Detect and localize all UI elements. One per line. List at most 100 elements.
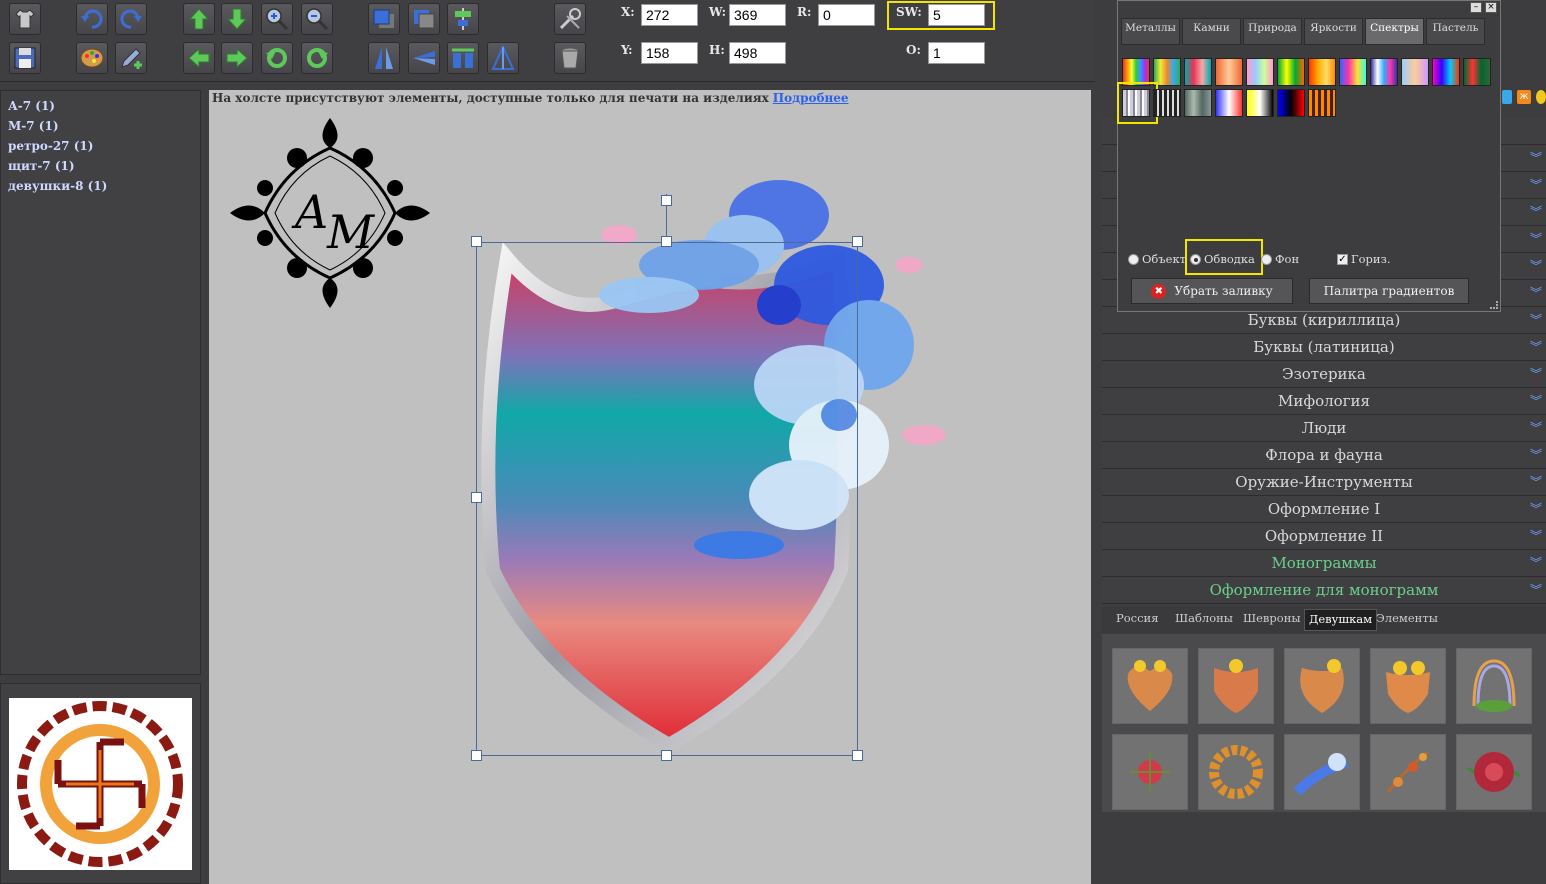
gradient-swatch[interactable] — [1339, 58, 1367, 86]
resize-handle-br[interactable] — [852, 750, 863, 761]
radio-background[interactable]: Фон — [1261, 252, 1299, 266]
tshirt-icon[interactable] — [9, 3, 41, 35]
tab-chevrons[interactable]: Шевроны — [1239, 609, 1305, 631]
tab-templates[interactable]: Шаблоны — [1171, 609, 1237, 631]
clipart-thumb[interactable] — [1112, 648, 1188, 724]
monogram-emblem[interactable]: A M — [225, 108, 435, 318]
category-latin-letters[interactable]: Буквы (латиница) ︾ — [1102, 334, 1546, 361]
horizontal-checkbox[interactable]: ✓ — [1337, 253, 1348, 265]
sw-field[interactable]: 5 — [928, 4, 985, 26]
save-icon[interactable] — [9, 42, 41, 74]
tab-metals[interactable]: Металлы — [1121, 18, 1180, 45]
arrow-up-icon[interactable] — [183, 3, 215, 35]
zoom-in-icon[interactable] — [261, 3, 293, 35]
arrow-down-icon[interactable] — [221, 3, 253, 35]
gradient-swatch[interactable] — [1184, 58, 1212, 86]
remove-fill-button[interactable]: ✖ Убрать заливку — [1131, 278, 1293, 304]
resize-handle-l[interactable] — [471, 492, 482, 503]
category-people[interactable]: Люди ︾ — [1102, 415, 1546, 442]
tab-spectra[interactable]: Спектры — [1365, 18, 1424, 45]
rotation-handle[interactable] — [661, 195, 672, 206]
zoom-out-icon[interactable] — [301, 3, 333, 35]
category-mythology[interactable]: Мифология ︾ — [1102, 388, 1546, 415]
w-field[interactable]: 369 — [729, 4, 786, 26]
category-esoterics[interactable]: Эзотерика ︾ — [1102, 361, 1546, 388]
arrow-left-icon[interactable] — [183, 42, 215, 74]
category-weapons-tools[interactable]: Оружие-Инструменты ︾ — [1102, 469, 1546, 496]
twitter-icon[interactable] — [1502, 90, 1512, 104]
gradient-swatch[interactable] — [1308, 89, 1336, 117]
resize-handle-t[interactable] — [661, 236, 672, 247]
layer-item[interactable]: щит-7 (1) — [1, 157, 200, 177]
rotate-right-icon[interactable] — [301, 42, 333, 74]
layer-item[interactable]: девушки-8 (1) — [1, 177, 200, 197]
distribute-icon[interactable] — [447, 42, 479, 74]
flip-horizontal-icon[interactable] — [408, 42, 440, 74]
tab-elements[interactable]: Элементы — [1372, 609, 1442, 631]
layer-item[interactable]: ретро-27 (1) — [1, 137, 200, 157]
undo-icon[interactable] — [76, 3, 108, 35]
gradient-swatch[interactable] — [1215, 58, 1243, 86]
y-field[interactable]: 158 — [641, 42, 698, 64]
category-monograms[interactable]: Монограммы ︾ — [1102, 550, 1546, 577]
clipart-thumb[interactable] — [1370, 648, 1446, 724]
category-decoration-2[interactable]: Оформление II ︾ — [1102, 523, 1546, 550]
resize-handle-b[interactable] — [661, 750, 672, 761]
radio-stroke-dot[interactable] — [1190, 253, 1201, 265]
resize-grip-icon[interactable] — [1490, 301, 1498, 309]
gradient-swatch[interactable] — [1463, 58, 1491, 86]
gradient-swatch[interactable] — [1370, 58, 1398, 86]
tab-for-girls[interactable]: Девушкам — [1304, 609, 1378, 631]
resize-handle-tr[interactable] — [852, 236, 863, 247]
gradient-swatch[interactable] — [1215, 89, 1243, 117]
gradient-swatch[interactable] — [1184, 89, 1212, 117]
clipart-thumb[interactable] — [1370, 734, 1446, 810]
clipart-thumb[interactable] — [1456, 734, 1532, 810]
gradient-swatch[interactable] — [1246, 89, 1274, 117]
category-decoration-1[interactable]: Оформление I ︾ — [1102, 496, 1546, 523]
arrow-right-icon[interactable] — [221, 42, 253, 74]
design-canvas[interactable]: На холсте присутствуют элементы, доступн… — [209, 90, 1091, 884]
send-back-icon[interactable] — [408, 3, 440, 35]
align-center-icon[interactable] — [447, 3, 479, 35]
checkbox-horizontal[interactable]: ✓ Гориз. — [1337, 252, 1391, 266]
details-link[interactable]: Подробнее — [773, 91, 849, 105]
x-field[interactable]: 272 — [641, 4, 698, 26]
r-field[interactable]: 0 — [818, 4, 875, 26]
tab-nature[interactable]: Природа — [1243, 18, 1302, 45]
radio-stroke[interactable]: Обводка — [1190, 252, 1255, 266]
gradient-swatch-selected[interactable] — [1122, 89, 1150, 117]
o-field[interactable]: 1 — [928, 42, 985, 64]
bring-front-icon[interactable] — [368, 3, 400, 35]
mirror-icon[interactable] — [487, 42, 519, 74]
radio-object[interactable]: Объект — [1128, 252, 1186, 266]
tab-russia[interactable]: Россия — [1112, 609, 1162, 631]
clipart-thumb[interactable] — [1456, 648, 1532, 724]
trash-icon[interactable] — [554, 42, 586, 74]
radio-object-dot[interactable] — [1128, 253, 1139, 265]
layer-item[interactable]: А-7 (1) — [1, 97, 200, 117]
category-monogram-decoration[interactable]: Оформление для монограмм ︾ — [1102, 577, 1546, 604]
clipart-thumb[interactable] — [1284, 734, 1360, 810]
clipart-thumb[interactable] — [1198, 648, 1274, 724]
gradient-swatch[interactable] — [1277, 89, 1305, 117]
tab-pastel[interactable]: Пастель — [1426, 18, 1485, 45]
tab-brightness[interactable]: Яркости — [1304, 18, 1363, 45]
flip-vertical-icon[interactable] — [368, 42, 400, 74]
tools-icon[interactable] — [554, 3, 586, 35]
resize-handle-tl[interactable] — [471, 236, 482, 247]
clipart-thumb[interactable] — [1112, 734, 1188, 810]
layer-item[interactable]: М-7 (1) — [1, 117, 200, 137]
gradient-swatch[interactable] — [1401, 58, 1429, 86]
gradient-swatch[interactable] — [1153, 89, 1181, 117]
share-icon[interactable] — [1536, 90, 1546, 104]
category-flora-fauna[interactable]: Флора и фауна ︾ — [1102, 442, 1546, 469]
minimize-icon[interactable]: – — [1470, 2, 1482, 13]
resize-handle-bl[interactable] — [471, 750, 482, 761]
tab-stones[interactable]: Камни — [1182, 18, 1241, 45]
clipart-thumb[interactable] — [1284, 648, 1360, 724]
gradient-swatch[interactable] — [1308, 58, 1336, 86]
gradient-palette-button[interactable]: Палитра градиентов — [1309, 278, 1469, 304]
odnoklassniki-icon[interactable]: ж — [1517, 90, 1531, 104]
palette-icon[interactable] — [76, 42, 108, 74]
